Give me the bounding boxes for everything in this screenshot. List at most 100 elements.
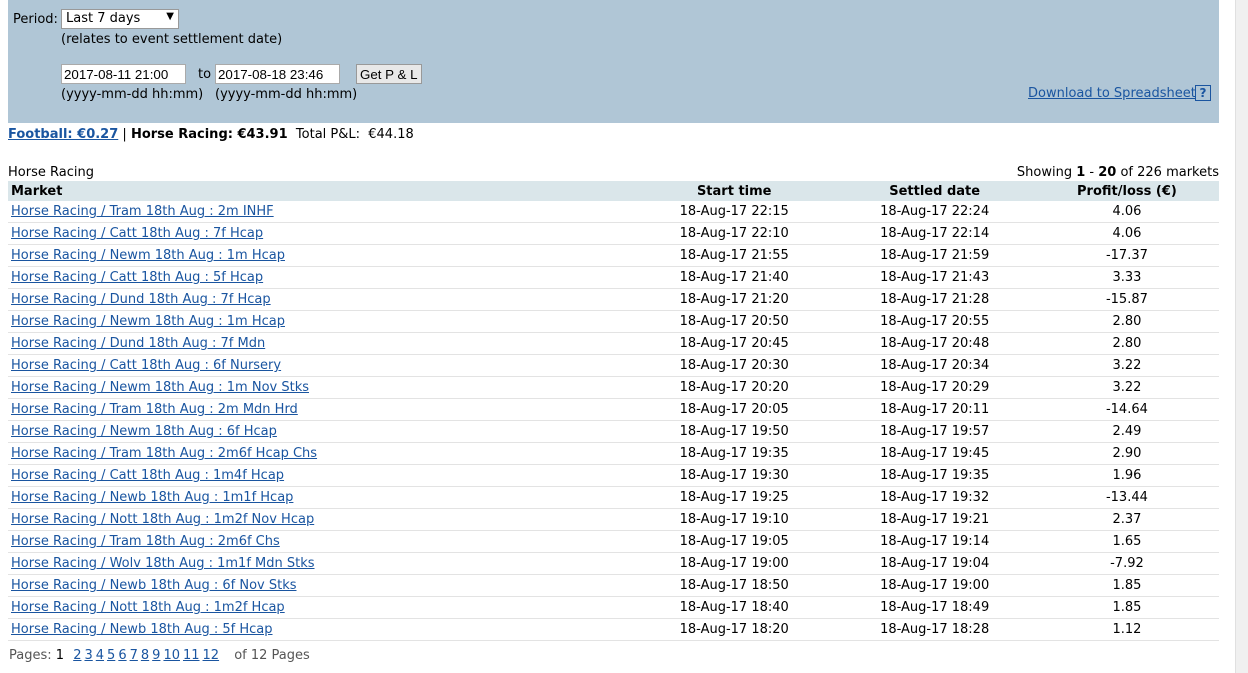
col-settled-date: Settled date [834, 181, 1035, 201]
start-time: 18-Aug-17 20:50 [679, 314, 789, 329]
market-link-cell: Horse Racing / Tram 18th Aug : 2m6f Chs [8, 530, 634, 553]
profit-loss-cell: -14.64 [1034, 398, 1219, 421]
help-icon[interactable]: ? [1195, 85, 1211, 101]
page-link[interactable]: 12 [203, 648, 220, 663]
settled-date: 18-Aug-17 18:49 [880, 600, 990, 615]
market-link[interactable]: Horse Racing / Newm 18th Aug : 1m Hcap [11, 248, 285, 263]
market-link-cell: Horse Racing / Dund 18th Aug : 7f Mdn [8, 332, 634, 355]
profit-loss: 3.33 [1112, 270, 1142, 285]
page-link[interactable]: 6 [118, 648, 126, 663]
start-time-cell: 18-Aug-17 20:05 [634, 398, 835, 421]
market-link[interactable]: Horse Racing / Catt 18th Aug : 5f Hcap [11, 270, 263, 285]
market-link-cell: Horse Racing / Catt 18th Aug : 5f Hcap [8, 266, 634, 289]
market-link[interactable]: Horse Racing / Tram 18th Aug : 2m6f Chs [11, 534, 280, 549]
download-spreadsheet-link[interactable]: Download to Spreadsheet [1028, 86, 1196, 101]
start-time: 18-Aug-17 18:40 [679, 600, 789, 615]
settled-date: 18-Aug-17 19:00 [880, 578, 990, 593]
market-link[interactable]: Horse Racing / Catt 18th Aug : 1m4f Hcap [11, 468, 284, 483]
start-time: 18-Aug-17 21:20 [679, 292, 789, 307]
profit-loss-cell: 2.90 [1034, 442, 1219, 465]
profit-loss: 2.90 [1112, 446, 1142, 461]
start-time: 18-Aug-17 21:40 [679, 270, 789, 285]
market-link[interactable]: Horse Racing / Newm 18th Aug : 1m Hcap [11, 314, 285, 329]
start-time-cell: 18-Aug-17 19:25 [634, 486, 835, 509]
start-time-cell: 18-Aug-17 19:30 [634, 464, 835, 487]
market-link[interactable]: Horse Racing / Nott 18th Aug : 1m2f Nov … [11, 512, 314, 527]
period-select[interactable]: Last 7 days ▼ [61, 9, 179, 29]
football-pl-link[interactable]: Football: €0.27 [8, 127, 118, 142]
profit-loss: 2.49 [1112, 424, 1142, 439]
market-link-cell: Horse Racing / Catt 18th Aug : 7f Hcap [8, 222, 634, 245]
market-link[interactable]: Horse Racing / Catt 18th Aug : 7f Hcap [11, 226, 263, 241]
section-title: Horse Racing [8, 165, 94, 180]
page-link[interactable]: 10 [163, 648, 180, 663]
profit-loss-cell: -15.87 [1034, 288, 1219, 311]
settled-date: 18-Aug-17 19:35 [880, 468, 990, 483]
market-link[interactable]: Horse Racing / Dund 18th Aug : 7f Mdn [11, 336, 265, 351]
market-link-cell: Horse Racing / Nott 18th Aug : 1m2f Nov … [8, 508, 634, 531]
settled-date-cell: 18-Aug-17 18:28 [834, 618, 1035, 641]
settled-date: 18-Aug-17 19:14 [880, 534, 990, 549]
page-link[interactable]: 9 [152, 648, 160, 663]
to-label: to [198, 67, 212, 82]
scrollbar[interactable] [1235, 0, 1248, 673]
settled-date: 18-Aug-17 19:32 [880, 490, 990, 505]
page-link[interactable]: 5 [107, 648, 115, 663]
period-value: Last 7 days [66, 11, 141, 26]
start-time: 18-Aug-17 20:30 [679, 358, 789, 373]
market-link[interactable]: Horse Racing / Tram 18th Aug : 2m6f Hcap… [11, 446, 317, 461]
market-link[interactable]: Horse Racing / Catt 18th Aug : 6f Nurser… [11, 358, 281, 373]
market-link[interactable]: Horse Racing / Newb 18th Aug : 5f Hcap [11, 622, 273, 637]
settled-date-cell: 18-Aug-17 19:04 [834, 552, 1035, 575]
market-link[interactable]: Horse Racing / Tram 18th Aug : 2m INHF [11, 204, 274, 219]
market-link-cell: Horse Racing / Tram 18th Aug : 2m INHF [8, 201, 634, 223]
profit-loss-cell: 1.96 [1034, 464, 1219, 487]
settled-date-cell: 18-Aug-17 19:45 [834, 442, 1035, 465]
table-row: Horse Racing / Dund 18th Aug : 7f Mdn 18-… [8, 332, 1219, 355]
start-time: 18-Aug-17 18:50 [679, 578, 789, 593]
start-time-cell: 18-Aug-17 20:20 [634, 376, 835, 399]
page-count: of 12 Pages [234, 648, 310, 663]
settled-date: 18-Aug-17 20:34 [880, 358, 990, 373]
market-link-cell: Horse Racing / Wolv 18th Aug : 1m1f Mdn … [8, 552, 634, 575]
market-link[interactable]: Horse Racing / Newm 18th Aug : 1m Nov St… [11, 380, 309, 395]
get-pl-button[interactable]: Get P & L [356, 64, 422, 84]
current-page: 1 [55, 648, 65, 663]
page-link[interactable]: 3 [84, 648, 92, 663]
start-time: 18-Aug-17 19:30 [679, 468, 789, 483]
profit-loss: -14.64 [1105, 402, 1148, 417]
market-link[interactable]: Horse Racing / Wolv 18th Aug : 1m1f Mdn … [11, 556, 315, 571]
profit-loss-cell: -13.44 [1034, 486, 1219, 509]
start-time: 18-Aug-17 19:50 [679, 424, 789, 439]
settled-date-cell: 18-Aug-17 19:32 [834, 486, 1035, 509]
profit-loss: -13.44 [1105, 490, 1148, 505]
profit-loss-cell: 1.85 [1034, 596, 1219, 619]
page-link[interactable]: 7 [130, 648, 138, 663]
page-link[interactable]: 4 [96, 648, 104, 663]
page-link[interactable]: 11 [183, 648, 200, 663]
market-link[interactable]: Horse Racing / Nott 18th Aug : 1m2f Hcap [11, 600, 285, 615]
market-link[interactable]: Horse Racing / Newb 18th Aug : 1m1f Hcap [11, 490, 293, 505]
settled-date: 18-Aug-17 19:45 [880, 446, 990, 461]
settled-date-cell: 18-Aug-17 19:00 [834, 574, 1035, 597]
market-link[interactable]: Horse Racing / Newb 18th Aug : 6f Nov St… [11, 578, 297, 593]
profit-loss: 3.22 [1112, 380, 1142, 395]
page-link[interactable]: 8 [141, 648, 149, 663]
from-date-input[interactable] [61, 64, 186, 84]
page-link[interactable]: 2 [73, 648, 81, 663]
settled-date: 18-Aug-17 21:28 [880, 292, 990, 307]
market-link[interactable]: Horse Racing / Newm 18th Aug : 6f Hcap [11, 424, 277, 439]
profit-loss-cell: 1.65 [1034, 530, 1219, 553]
profit-loss: -17.37 [1105, 248, 1148, 263]
settled-date-cell: 18-Aug-17 21:59 [834, 244, 1035, 267]
market-link[interactable]: Horse Racing / Dund 18th Aug : 7f Hcap [11, 292, 271, 307]
start-time-cell: 18-Aug-17 18:50 [634, 574, 835, 597]
profit-loss: 2.80 [1112, 336, 1142, 351]
to-date-input[interactable] [215, 64, 340, 84]
profit-loss-cell: -7.92 [1034, 552, 1219, 575]
market-link-cell: Horse Racing / Newb 18th Aug : 1m1f Hcap [8, 486, 634, 509]
settled-date-cell: 18-Aug-17 22:14 [834, 222, 1035, 245]
market-link-cell: Horse Racing / Newm 18th Aug : 1m Hcap [8, 244, 634, 267]
market-link[interactable]: Horse Racing / Tram 18th Aug : 2m Mdn Hr… [11, 402, 298, 417]
table-row: Horse Racing / Newb 18th Aug : 5f Hcap 18… [8, 618, 1219, 641]
